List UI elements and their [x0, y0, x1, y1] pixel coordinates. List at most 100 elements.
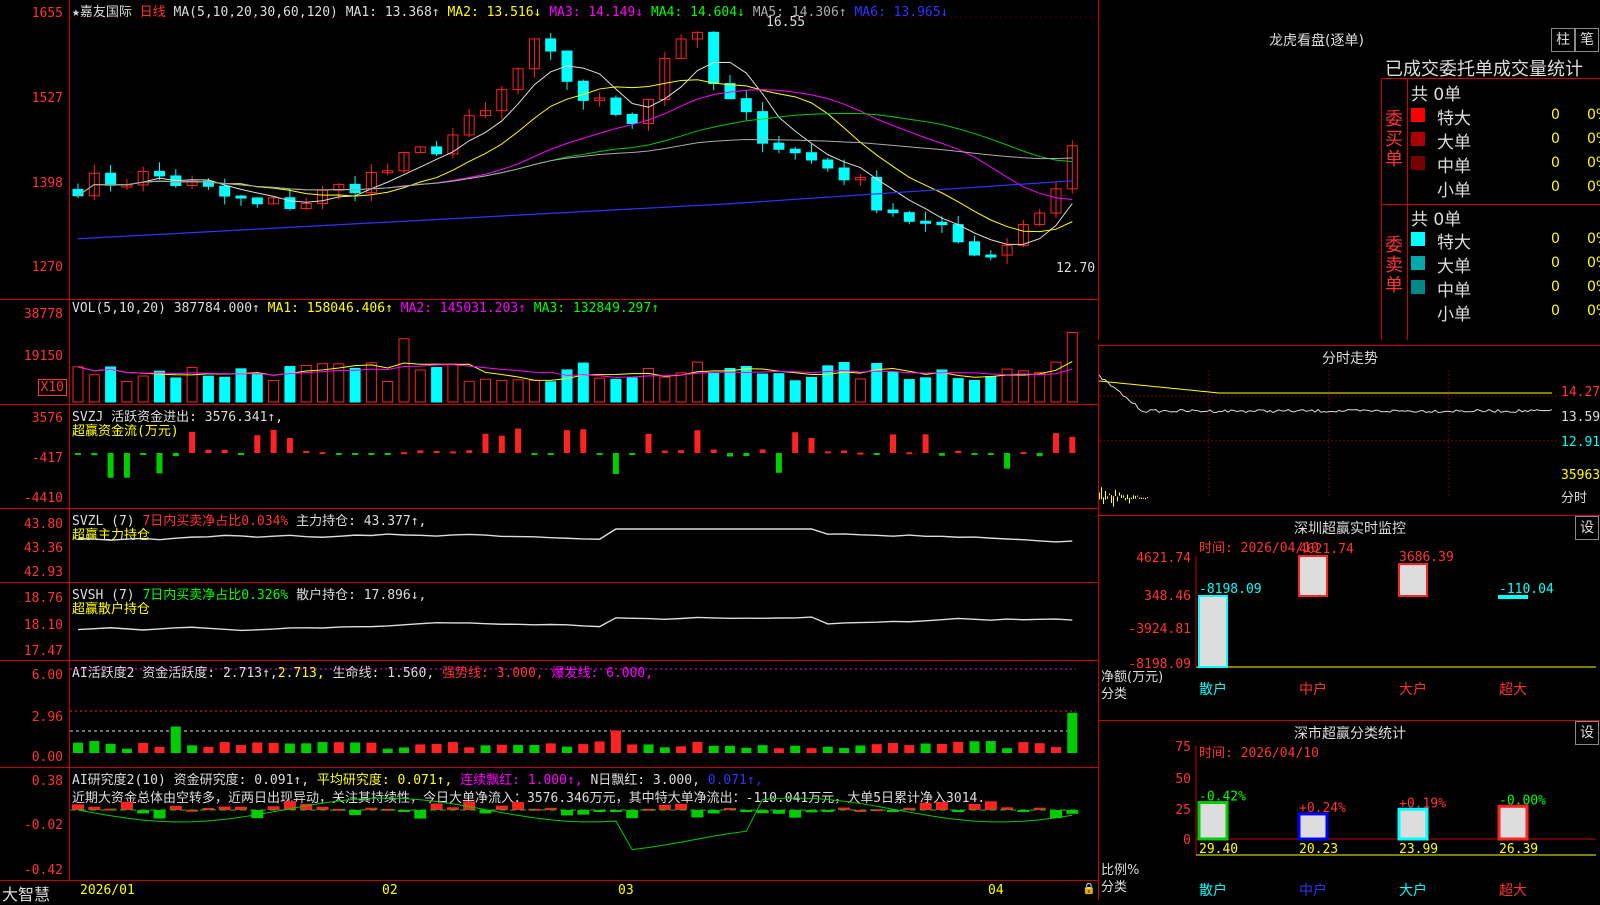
volume-bar [333, 363, 345, 403]
monitor-bar-chart[interactable]: 4621.74348.46-3924.81-8198.09-8198.09散户4… [1099, 516, 1600, 721]
intraday-volume-bar [1129, 497, 1130, 504]
buy-row: 小单 0 0% [1411, 176, 1600, 201]
intraday-volume-bar [1115, 489, 1116, 496]
flow-bar [189, 431, 196, 453]
activity-bar [806, 748, 817, 753]
svzl-pane[interactable]: 43.80 43.36 42.93 SVZL (7) 7日内买卖净占比0.034… [0, 509, 1098, 583]
volume-pane[interactable]: 38778 19150 X10 VOL(5,10,20) 387784.000↑… [0, 300, 1098, 405]
flow-bar [792, 432, 799, 453]
volume-bar [659, 376, 671, 403]
flow-bar [759, 449, 766, 453]
monitor-panel[interactable]: 深圳超赢实时监控 设 时间: 2026/04/10 4621.74 348.46-… [1098, 515, 1600, 720]
volume-bar [773, 373, 785, 403]
flow-bar [286, 437, 293, 453]
volume-bar [626, 377, 638, 403]
activity-bar [904, 745, 915, 753]
stats-bar-chart[interactable]: 7550250-0.42%29.40散户+0.24%20.23中户+0.19%2… [1099, 721, 1600, 901]
flow-bar [221, 449, 228, 453]
sell-row: 中单 0 0% [1411, 276, 1600, 301]
candle [235, 195, 247, 199]
research-bar [137, 810, 150, 814]
research-bar [267, 806, 280, 810]
volume-bar [382, 380, 394, 403]
monitor-category: 大户 [1399, 681, 1427, 698]
intraday-volume-bar [1131, 497, 1132, 500]
activity-bar [757, 745, 768, 753]
volume-bar [349, 367, 361, 403]
volume-bar [137, 375, 149, 403]
stats-panel[interactable]: 深市超赢分类统计 设 时间: 2026/04/10 75 50 25 0 -0.42% 2… [1098, 720, 1600, 900]
ai-research-chart[interactable] [0, 768, 1098, 880]
activity-bar [773, 748, 784, 753]
buy-total: 共 0单 [1411, 85, 1462, 105]
volume-bar [512, 379, 524, 403]
intraday-volume-bar [1133, 495, 1134, 499]
svsh-pane[interactable]: 18.76 18.10 17.47 SVSH (7) 7日内买卖净占比0.326… [0, 583, 1098, 661]
stats-category: 大户 [1399, 882, 1427, 899]
activity-bar [790, 745, 801, 753]
volume-bar [284, 366, 296, 403]
activity-bar [725, 745, 735, 753]
svzj-chart[interactable] [0, 405, 1098, 509]
flow-bar [873, 453, 880, 455]
activity-bar [105, 743, 116, 753]
monitor-axis-label: 4621.74 [1136, 551, 1191, 566]
flow-bar [352, 453, 359, 455]
research-bar [577, 810, 590, 815]
intraday-volume-bar [1113, 496, 1114, 507]
ai-research-pane[interactable]: 0.38 -0.02 -0.42 AI研究度2(10) 资金研究度: 0.091… [0, 768, 1098, 880]
svzl-chart[interactable] [0, 509, 1098, 583]
volume-bar [414, 369, 426, 403]
flow-bar [612, 453, 619, 475]
research-bar [512, 802, 525, 810]
legend-swatch [1411, 232, 1425, 246]
svzj-pane[interactable]: 3576 -417 -4410 SVZJ 活跃资金进出: 3576.341↑, … [0, 405, 1098, 509]
row-label: 中单 [1437, 281, 1471, 301]
intraday-volume-bar [1121, 494, 1122, 499]
activity-bar [317, 742, 328, 753]
intraday-chart[interactable] [1099, 346, 1600, 516]
flow-bar [319, 452, 326, 455]
svsh-chart[interactable] [0, 583, 1098, 661]
research-bar [430, 803, 443, 810]
flow-bar [303, 451, 310, 454]
monitor-bar [1398, 563, 1428, 597]
row-count: 0 [1551, 279, 1560, 295]
ai-activity-pane[interactable]: 6.00 2.96 0.00 AI活跃度2 资金活跃度: 2.713↑,2.71… [0, 661, 1098, 768]
ai-activity-chart[interactable] [0, 661, 1098, 768]
activity-bar [1067, 712, 1078, 753]
sell-row: 小单 0 0% [1411, 300, 1600, 325]
activity-bar [480, 745, 491, 753]
research-bar [561, 810, 573, 816]
intraday-price-line [1099, 374, 1553, 414]
flow-bar [156, 453, 163, 474]
flow-bar [75, 453, 81, 455]
svzl-line [77, 528, 1073, 543]
flow-bar [645, 433, 652, 453]
row-pct: 0% [1587, 279, 1600, 295]
activity-bar [496, 744, 507, 753]
intraday-volume-bar [1103, 497, 1104, 504]
volume-bar [789, 380, 801, 403]
volume-bar [985, 376, 997, 403]
intraday-volume-bar [1119, 492, 1120, 496]
low-price-label: 12.70 [1056, 261, 1096, 276]
volume-chart[interactable] [0, 300, 1098, 405]
activity-bar [219, 742, 230, 753]
candlestick-chart[interactable] [0, 0, 1098, 300]
research-bar [984, 801, 997, 810]
lock-icon[interactable]: 🔒 [1082, 882, 1096, 895]
volume-bar [610, 378, 622, 403]
bar-mode-button[interactable]: 柱 [1551, 28, 1575, 52]
tick-mode-button[interactable]: 笔 [1575, 28, 1599, 52]
research-bar [169, 805, 182, 810]
flow-bar [596, 453, 603, 455]
intraday-panel[interactable]: 分时走势 14.27 13.59 12.91 35963 分时 [1098, 345, 1600, 515]
volume-bar [757, 373, 769, 403]
flow-bar [433, 451, 440, 454]
candle [985, 254, 997, 258]
legend-swatch [1411, 256, 1425, 270]
activity-bar [936, 744, 947, 753]
volume-bar [969, 379, 980, 403]
price-pane[interactable]: 1655 1527 1398 1270 ★嘉友国际 日线 MA(5,10,20,… [0, 0, 1098, 300]
